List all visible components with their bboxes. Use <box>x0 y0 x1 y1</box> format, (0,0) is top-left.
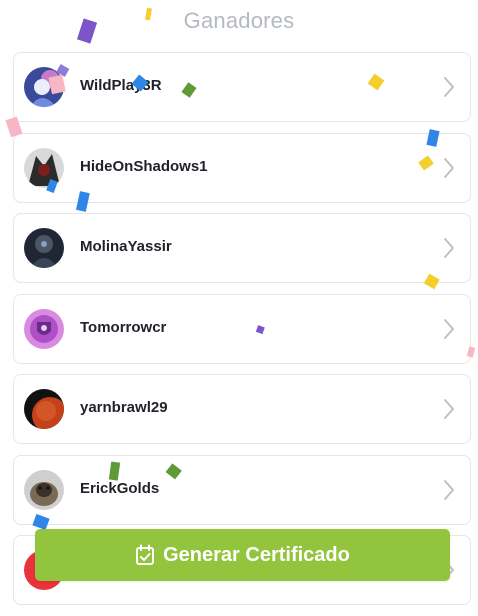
generate-certificate-button[interactable]: Generar Certificado <box>35 529 450 581</box>
avatar <box>24 308 64 349</box>
winner-name: yarnbrawl29 <box>80 399 168 416</box>
winner-row[interactable]: yarnbrawl29 <box>13 374 471 444</box>
winner-name: Tomorrowcr <box>80 318 167 336</box>
winner-name: ErickGolds <box>80 479 160 497</box>
avatar <box>24 389 64 429</box>
winner-name: WildPlay3R <box>80 77 162 94</box>
calendar-check-icon <box>136 544 155 565</box>
winner-row[interactable]: MolinaYassir <box>13 213 471 283</box>
winner-name: MolinaYassir <box>80 238 172 255</box>
avatar <box>24 469 64 510</box>
chevron-right-icon <box>442 157 456 179</box>
winner-name: HideOnShadows1 <box>80 157 208 175</box>
page-title: Ganadores <box>183 8 295 33</box>
chevron-right-icon <box>442 398 456 420</box>
avatar <box>24 67 64 107</box>
winner-row[interactable]: HideOnShadows1 <box>13 132 471 203</box>
chevron-right-icon <box>442 76 456 98</box>
chevron-right-icon <box>442 479 456 501</box>
avatar <box>24 147 64 188</box>
winner-row[interactable]: ErickGolds <box>13 454 471 525</box>
generate-certificate-label: Generar Certificado <box>163 543 350 566</box>
winner-row[interactable]: WildPlay3R <box>13 52 471 122</box>
avatar <box>24 228 64 268</box>
chevron-right-icon <box>442 237 456 259</box>
winner-row[interactable]: Tomorrowcr <box>13 293 471 364</box>
chevron-right-icon <box>442 318 456 340</box>
